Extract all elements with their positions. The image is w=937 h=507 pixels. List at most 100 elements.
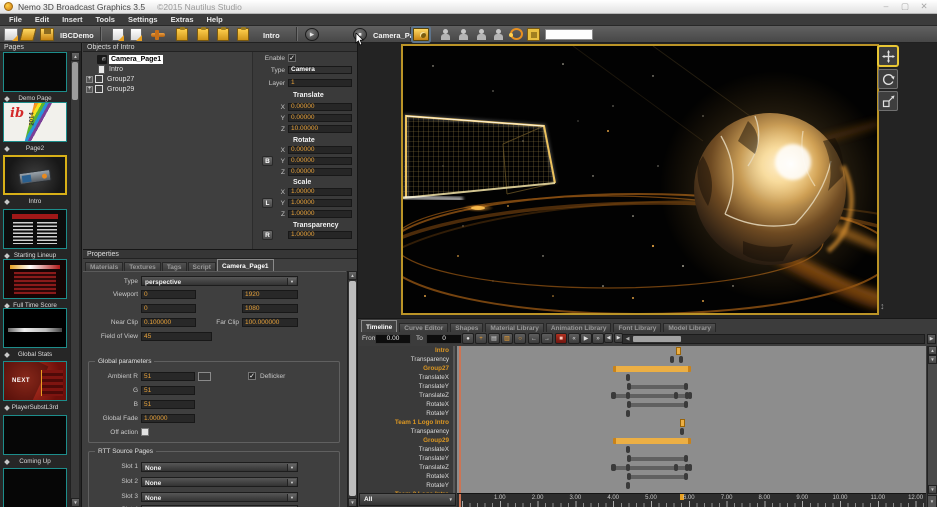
tree-item-camera_page1[interactable]: Camera_Page1 bbox=[83, 54, 163, 64]
keyframe[interactable] bbox=[611, 464, 615, 471]
track-name[interactable]: Transparency bbox=[358, 355, 453, 364]
page-label[interactable]: Page2 bbox=[0, 144, 70, 153]
keyframe[interactable] bbox=[685, 392, 689, 399]
menu-item-settings[interactable]: Settings bbox=[128, 15, 158, 24]
track-filter-dropdown[interactable]: All bbox=[359, 493, 456, 506]
page-thumb-playersubstl3rd[interactable]: NEXT bbox=[3, 361, 67, 401]
scroll-down-icon[interactable]: ▼ bbox=[928, 485, 937, 494]
track-name[interactable]: TranslateX bbox=[358, 445, 453, 454]
translate-y-field[interactable]: 0.00000 bbox=[288, 114, 352, 122]
track-name[interactable]: TranslateX bbox=[358, 373, 453, 382]
track-bar-group27[interactable] bbox=[613, 366, 690, 372]
select-tool-icon[interactable] bbox=[439, 28, 453, 41]
translate-tool-icon[interactable] bbox=[457, 28, 471, 41]
menu-item-edit[interactable]: Edit bbox=[35, 15, 49, 24]
scrollbar-thumb[interactable] bbox=[72, 62, 78, 100]
rotate-y-field[interactable]: 0.00000 bbox=[288, 157, 352, 165]
track-name[interactable]: Team 1 Logo Intro bbox=[358, 418, 453, 427]
page-thumb[interactable] bbox=[3, 468, 67, 507]
pages-scrollbar[interactable]: ▲ ▼ bbox=[70, 52, 79, 507]
page-thumb-intro[interactable] bbox=[3, 155, 67, 195]
keyframe[interactable] bbox=[626, 482, 630, 489]
keyframe[interactable] bbox=[680, 428, 684, 435]
prev-key-button[interactable]: ← bbox=[528, 333, 540, 344]
loop-button[interactable]: ○ bbox=[514, 333, 526, 344]
viewport-y-field[interactable]: 0 bbox=[141, 304, 196, 313]
close-icon[interactable]: ✕ bbox=[919, 1, 929, 12]
menu-item-help[interactable]: Help bbox=[207, 15, 223, 24]
track-bar-translatey[interactable] bbox=[628, 385, 687, 389]
to-field[interactable]: 0 bbox=[426, 334, 462, 344]
from-field[interactable]: 0.00 bbox=[375, 334, 411, 344]
tab-animation-library[interactable]: Animation Library bbox=[546, 323, 612, 332]
new-project-icon[interactable] bbox=[4, 28, 18, 41]
menu-item-insert[interactable]: Insert bbox=[62, 15, 82, 24]
track-name[interactable]: TranslateZ bbox=[358, 463, 453, 472]
menu-item-tools[interactable]: Tools bbox=[96, 15, 115, 24]
slot-1-dropdown[interactable]: None bbox=[141, 462, 298, 472]
tab-tags[interactable]: Tags bbox=[162, 262, 187, 271]
properties-scrollbar[interactable]: ▲ ▼ bbox=[347, 271, 357, 507]
deflicker-checkbox[interactable]: ✓ bbox=[248, 372, 256, 380]
track-name[interactable]: Group27 bbox=[358, 364, 453, 373]
keyframe[interactable] bbox=[685, 464, 689, 471]
page-label[interactable]: Coming Up bbox=[0, 457, 70, 466]
stop-page-button[interactable]: ■ bbox=[353, 28, 367, 41]
track-name[interactable]: Intro bbox=[358, 346, 453, 355]
play-button[interactable]: ▶ bbox=[580, 333, 592, 344]
track-name[interactable]: TranslateZ bbox=[358, 391, 453, 400]
track-name[interactable]: RotateX bbox=[358, 400, 453, 409]
scrollbar-thumb[interactable] bbox=[349, 281, 356, 496]
tab-model-library[interactable]: Model Library bbox=[663, 323, 716, 332]
scroll-down-icon[interactable]: ▼ bbox=[928, 355, 937, 364]
scroll-right-icon[interactable]: ▶ bbox=[927, 334, 936, 344]
keyframe[interactable] bbox=[680, 419, 685, 427]
timeline-ruler[interactable]: 1.002.003.004.005.006.007.008.009.0010.0… bbox=[457, 493, 926, 507]
page-thumb-page2[interactable]: ib2014 bbox=[3, 102, 67, 142]
add-key-button[interactable]: + bbox=[475, 333, 487, 344]
tab-script[interactable]: Script bbox=[188, 262, 216, 271]
ambient-g-field[interactable]: 51 bbox=[141, 386, 195, 395]
scroll-down-icon[interactable]: ▼ bbox=[71, 498, 80, 507]
translate-z-field[interactable]: 10.00000 bbox=[288, 125, 352, 133]
scroll-down-icon[interactable]: ▼ bbox=[348, 498, 357, 507]
page-label[interactable]: PlayerSubstL3rd bbox=[0, 403, 70, 412]
transparency-field[interactable]: 1.00000 bbox=[288, 231, 352, 239]
page-label[interactable]: Global Stats bbox=[0, 350, 70, 359]
maximize-icon[interactable]: ▢ bbox=[900, 1, 910, 12]
keyframe[interactable] bbox=[626, 464, 630, 471]
cut-tool-icon[interactable] bbox=[151, 28, 165, 41]
paste-keys-button[interactable]: ▥ bbox=[501, 333, 513, 344]
page-thumb-global-stats[interactable] bbox=[3, 308, 67, 348]
keyframe[interactable] bbox=[670, 356, 674, 363]
scale-x-field[interactable]: 1.00000 bbox=[288, 188, 352, 196]
go-end-button[interactable]: » bbox=[592, 333, 604, 344]
page-thumb-full-time-score[interactable] bbox=[3, 259, 67, 299]
stop-button[interactable]: ■ bbox=[555, 333, 567, 344]
scroll-down-icon[interactable]: ▼ bbox=[927, 495, 937, 507]
scroll-up-icon[interactable]: ▲ bbox=[348, 271, 357, 280]
enable-checkbox[interactable]: ✓ bbox=[288, 54, 296, 62]
rotate-object-tool-icon[interactable] bbox=[475, 28, 489, 41]
toolbar-search-input[interactable] bbox=[545, 29, 593, 40]
track-area[interactable] bbox=[457, 346, 926, 493]
page-thumb-starting-lineup[interactable] bbox=[3, 209, 67, 249]
paste-object-icon[interactable] bbox=[176, 28, 188, 41]
slot-2-dropdown[interactable]: None bbox=[141, 477, 298, 487]
tab-material-library[interactable]: Material Library bbox=[485, 323, 543, 332]
scroll-left-icon[interactable]: ◀ bbox=[624, 336, 631, 342]
rotate-tool-button[interactable] bbox=[878, 69, 898, 89]
tab-camera_page1[interactable]: Camera_Page1 bbox=[217, 259, 274, 271]
copy-object-icon[interactable] bbox=[197, 28, 209, 41]
tab-shapes[interactable]: Shapes bbox=[450, 323, 483, 332]
track-name[interactable]: TranslateY bbox=[358, 382, 453, 391]
track-name[interactable]: Group29 bbox=[358, 436, 453, 445]
scale-y-field[interactable]: 1.00000 bbox=[288, 199, 352, 207]
scale-object-tool-icon[interactable] bbox=[492, 28, 506, 41]
tab-curve-editor[interactable]: Curve Editor bbox=[399, 323, 448, 332]
tab-textures[interactable]: Textures bbox=[124, 262, 161, 271]
tree-item-intro[interactable]: Intro bbox=[83, 64, 125, 74]
new-page-icon[interactable] bbox=[112, 28, 124, 41]
tree-item-group29[interactable]: +Group29 bbox=[83, 84, 136, 94]
record-button[interactable]: ● bbox=[462, 333, 474, 344]
